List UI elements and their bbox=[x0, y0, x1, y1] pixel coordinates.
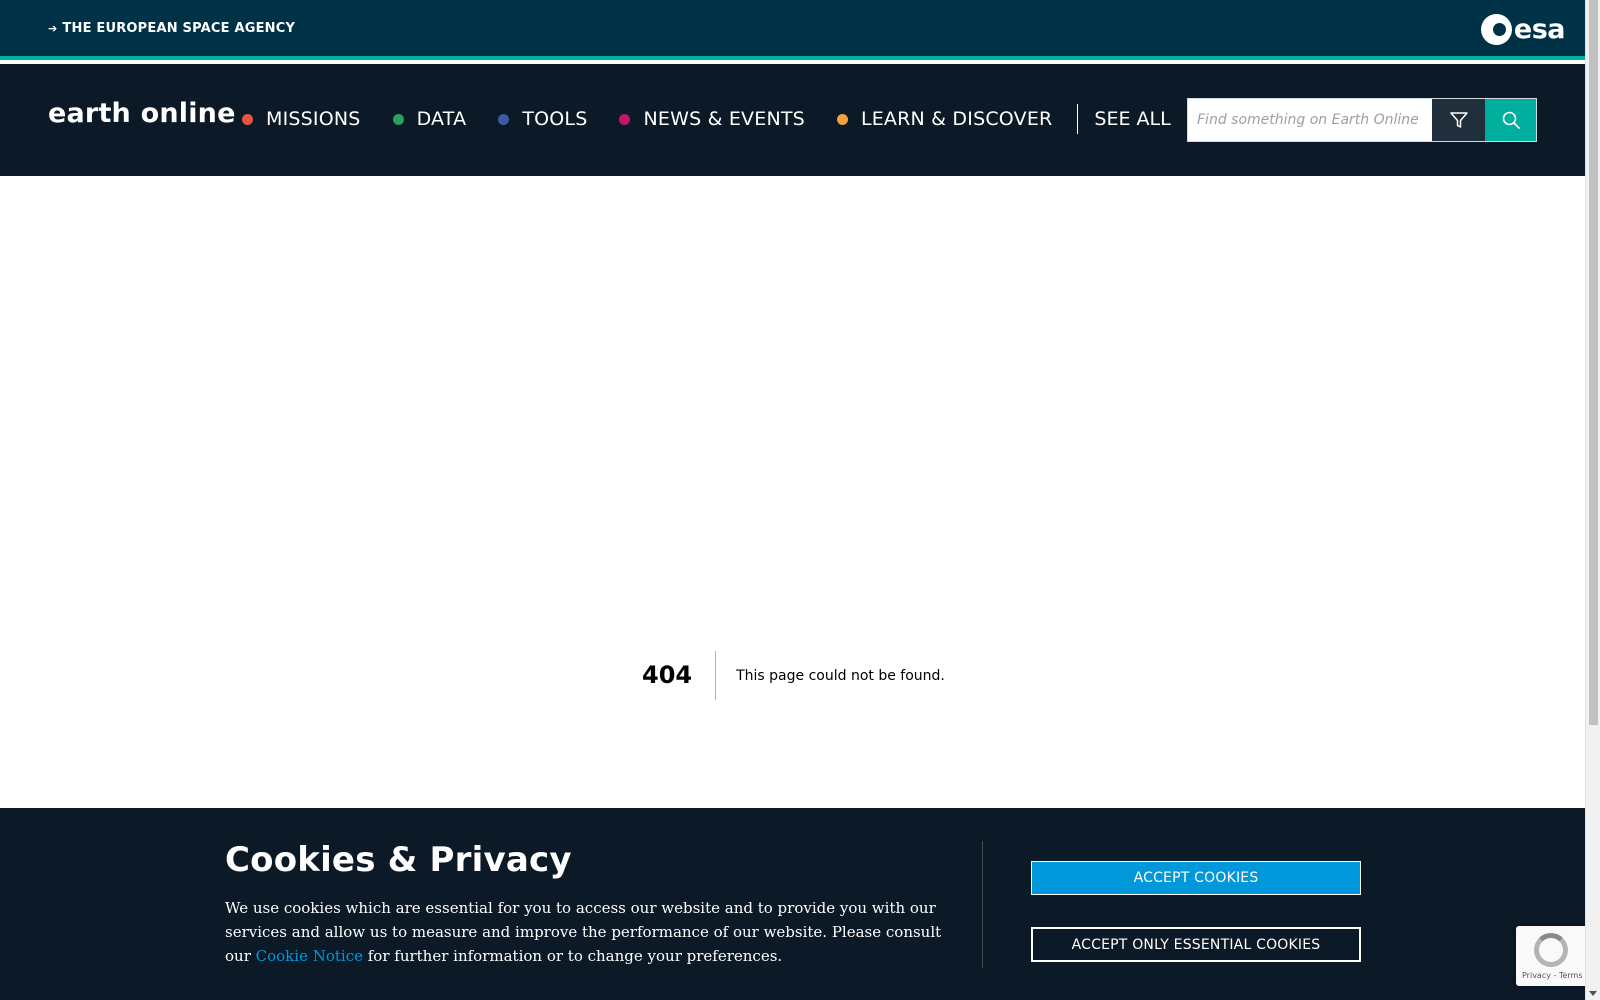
search-button[interactable] bbox=[1485, 99, 1536, 141]
accept-essential-cookies-button[interactable]: ACCEPT ONLY ESSENTIAL COOKIES bbox=[1031, 927, 1361, 962]
cookie-notice-link[interactable]: Cookie Notice bbox=[256, 947, 363, 965]
cookie-text-after: for further information or to change you… bbox=[362, 947, 783, 965]
accept-cookies-button[interactable]: ACCEPT COOKIES bbox=[1031, 861, 1361, 895]
nav-item-label: LEARN & DISCOVER bbox=[860, 108, 1053, 130]
error-notice: 404 This page could not be found. bbox=[642, 651, 945, 700]
filter-icon bbox=[1449, 112, 1468, 128]
error-message: This page could not be found. bbox=[736, 667, 945, 684]
agency-link[interactable]: ➔ THE EUROPEAN SPACE AGENCY bbox=[48, 21, 295, 36]
nav-item-data[interactable]: DATA bbox=[392, 108, 467, 130]
news-events-dot-icon bbox=[619, 113, 631, 125]
missions-dot-icon bbox=[242, 113, 253, 125]
error-code: 404 bbox=[642, 651, 717, 700]
search-icon bbox=[1502, 111, 1520, 129]
recaptcha-links[interactable]: Privacy - Terms bbox=[1522, 971, 1583, 980]
recaptcha-icon bbox=[1534, 933, 1568, 967]
nav-item-news-events[interactable]: NEWS & EVENTS bbox=[619, 108, 805, 130]
see-all-link[interactable]: SEE ALL bbox=[1094, 108, 1170, 130]
esa-logo-text: esa bbox=[1513, 14, 1566, 45]
site-title[interactable]: earth online bbox=[48, 98, 236, 129]
filter-button[interactable] bbox=[1432, 99, 1485, 141]
nav-item-tools[interactable]: TOOLS bbox=[498, 108, 587, 130]
nav-item-missions[interactable]: MISSIONS bbox=[242, 108, 361, 130]
agency-bar: ➔ THE EUROPEAN SPACE AGENCY esa bbox=[0, 0, 1585, 60]
recaptcha-badge[interactable]: Privacy - Terms bbox=[1516, 926, 1585, 986]
learn-discover-dot-icon bbox=[836, 113, 848, 125]
cookie-divider bbox=[982, 841, 983, 968]
scroll-down-arrow-icon[interactable] bbox=[1589, 991, 1597, 996]
cookie-text: We use cookies which are essential for y… bbox=[225, 896, 945, 968]
nav-divider bbox=[1077, 104, 1079, 134]
cookie-banner: Cookies & Privacy We use cookies which a… bbox=[0, 808, 1585, 1000]
esa-logo-mark-icon bbox=[1480, 14, 1512, 45]
nav-item-learn-discover[interactable]: LEARN & DISCOVER bbox=[836, 108, 1053, 130]
search-input[interactable] bbox=[1188, 99, 1432, 141]
arrow-right-icon: ➔ bbox=[48, 22, 58, 35]
tools-dot-icon bbox=[498, 113, 510, 125]
nav-item-label: MISSIONS bbox=[266, 108, 361, 130]
nav-item-label: TOOLS bbox=[522, 108, 588, 130]
scrollbar-thumb[interactable] bbox=[1589, 0, 1598, 725]
main-nav: earth online MISSIONS DATA TOOLS NEWS & … bbox=[0, 64, 1585, 176]
esa-logo[interactable]: esa bbox=[1480, 14, 1566, 45]
data-dot-icon bbox=[392, 113, 404, 125]
search-box bbox=[1187, 98, 1537, 142]
cookie-title: Cookies & Privacy bbox=[225, 840, 572, 880]
nav-item-label: DATA bbox=[416, 108, 467, 130]
agency-link-label: THE EUROPEAN SPACE AGENCY bbox=[62, 21, 296, 36]
vertical-scrollbar[interactable] bbox=[1585, 0, 1600, 1000]
nav-items: MISSIONS DATA TOOLS NEWS & EVENTS LEARN … bbox=[242, 104, 1171, 134]
nav-item-label: NEWS & EVENTS bbox=[643, 108, 805, 130]
